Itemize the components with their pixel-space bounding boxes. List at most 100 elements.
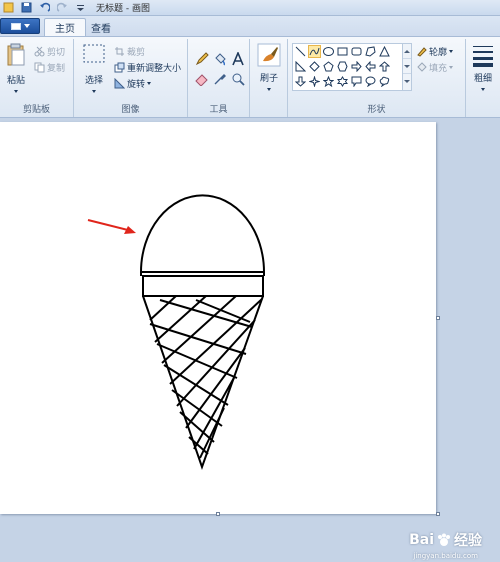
paint-bucket-icon	[215, 53, 226, 66]
chevron-down-icon	[481, 88, 485, 91]
eraser-icon	[195, 74, 208, 86]
scroll-up-button[interactable]	[403, 44, 411, 59]
shape-rectangle[interactable]	[336, 45, 349, 58]
shape-line[interactable]	[294, 45, 307, 58]
shapes-scrollbar[interactable]	[402, 44, 411, 90]
shape-oval[interactable]	[322, 45, 335, 58]
rotate-icon	[114, 78, 125, 89]
tab-home[interactable]: 主页	[44, 18, 86, 36]
shape-polygon[interactable]	[364, 45, 377, 58]
paste-button[interactable]: 粘贴	[4, 43, 28, 93]
watermark-logo: Bai	[409, 532, 434, 548]
shapes-group: 轮廓 填充 形状	[288, 39, 466, 117]
expand-icon	[404, 80, 410, 83]
cut-label: 剪切	[47, 48, 66, 58]
canvas-resize-handle-bottom[interactable]	[216, 512, 220, 516]
brushes-group: 刷子	[250, 39, 288, 117]
fill-tool[interactable]	[212, 51, 228, 67]
fill-label: 填充	[429, 64, 448, 74]
shape-arrow-left[interactable]	[364, 60, 377, 73]
copy-icon	[34, 62, 45, 73]
shape-rounded-rectangle[interactable]	[350, 45, 363, 58]
shape-hexagon[interactable]	[336, 60, 349, 73]
paste-icon	[7, 43, 25, 66]
shape-star-six[interactable]	[336, 75, 349, 88]
eraser-tool[interactable]	[194, 71, 210, 87]
paw-icon	[438, 533, 450, 546]
pencil-tool[interactable]	[194, 51, 210, 67]
pentagon-icon	[323, 61, 334, 72]
oval-callout-icon	[365, 76, 376, 87]
shapes-expand-button[interactable]	[403, 74, 411, 89]
scissors-icon	[34, 46, 45, 57]
red-arrow-annotation	[87, 219, 136, 234]
fill-icon	[417, 62, 427, 72]
scroll-down-button[interactable]	[403, 59, 411, 74]
file-menu-icon	[10, 22, 21, 30]
outline-button[interactable]: 轮廓	[416, 45, 454, 58]
clipboard-group: 粘贴 剪切 复制 剪贴板	[0, 39, 74, 117]
color-picker-tool[interactable]	[212, 71, 228, 87]
drawing-canvas[interactable]	[0, 122, 436, 514]
eyedropper-icon	[214, 74, 226, 85]
rotate-button[interactable]: 旋转	[114, 77, 152, 90]
size-group: 粗细	[466, 39, 500, 117]
chevron-down-icon	[449, 66, 454, 69]
shape-diamond[interactable]	[308, 60, 321, 73]
tab-view[interactable]: 查看	[81, 18, 121, 36]
save-icon[interactable]	[20, 2, 33, 13]
cloud-callout-icon	[379, 76, 390, 87]
fill-button[interactable]: 填充	[416, 61, 454, 74]
rotate-label: 旋转	[127, 80, 146, 90]
undo-icon[interactable]	[38, 2, 51, 13]
shape-callout-oval[interactable]	[364, 75, 377, 88]
shape-arrow-right[interactable]	[350, 60, 363, 73]
shape-callout-rect[interactable]	[350, 75, 363, 88]
tools-group-label: 工具	[209, 105, 228, 115]
shape-callout-cloud[interactable]	[378, 75, 391, 88]
workspace: Bai 经验 jingyan.baidu.com	[0, 118, 500, 562]
brushes-label: 刷子	[259, 74, 278, 84]
shape-curve[interactable]	[308, 45, 321, 58]
canvas-resize-handle-corner[interactable]	[436, 512, 440, 516]
cone-rim	[142, 275, 264, 297]
shape-pentagon[interactable]	[322, 60, 335, 73]
shape-arrow-up[interactable]	[378, 60, 391, 73]
ice-cream-scoop	[139, 194, 266, 273]
arrow-down-icon	[295, 76, 306, 87]
four-point-star-icon	[309, 76, 320, 87]
chevron-down-icon	[14, 90, 18, 93]
chevron-down-icon	[147, 82, 152, 85]
shape-right-triangle[interactable]	[294, 60, 307, 73]
watermark-url: jingyan.baidu.com	[413, 552, 478, 560]
file-menu-button[interactable]	[0, 18, 40, 34]
crop-button[interactable]: 裁剪	[114, 45, 145, 58]
five-point-star-icon	[323, 76, 334, 87]
resize-label: 重新调整大小	[127, 64, 182, 74]
shape-arrow-down[interactable]	[294, 75, 307, 88]
text-tool[interactable]	[230, 51, 246, 67]
shape-triangle[interactable]	[378, 45, 391, 58]
shapes-gallery[interactable]	[292, 43, 412, 91]
resize-button[interactable]: 重新调整大小	[114, 61, 181, 74]
outline-label: 轮廓	[429, 48, 448, 58]
size-button[interactable]: 粗细	[469, 43, 497, 91]
tools-group: 工具	[188, 39, 250, 117]
redo-icon[interactable]	[56, 2, 69, 13]
shape-star-four[interactable]	[308, 75, 321, 88]
line-size-icon	[473, 46, 493, 67]
copy-button[interactable]: 复制	[34, 61, 65, 74]
select-label: 选择	[84, 76, 103, 86]
size-label: 粗细	[473, 74, 492, 84]
magnifier-tool[interactable]	[230, 71, 246, 87]
window-title: 无标题 - 画图	[96, 4, 150, 14]
shape-star-five[interactable]	[322, 75, 335, 88]
arrow-left-icon	[365, 61, 376, 72]
cut-button[interactable]: 剪切	[34, 45, 65, 58]
image-group: 选择 裁剪 重新调整大小 旋转 图像	[74, 39, 188, 117]
customize-quick-access-icon[interactable]	[74, 2, 87, 13]
oval-icon	[323, 47, 334, 56]
select-button[interactable]: 选择	[80, 43, 108, 93]
canvas-resize-handle-right[interactable]	[436, 316, 440, 320]
brushes-button[interactable]: 刷子	[255, 43, 283, 91]
